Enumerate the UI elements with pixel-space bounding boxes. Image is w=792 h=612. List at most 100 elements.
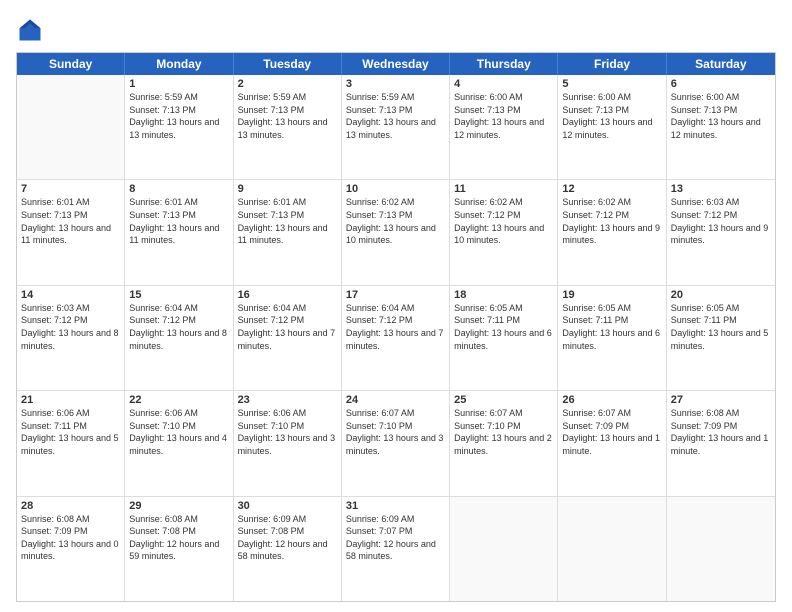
calendar-cell: 29 Sunrise: 6:08 AMSunset: 7:08 PMDaylig… xyxy=(125,497,233,601)
day-info: Sunrise: 6:01 AMSunset: 7:13 PMDaylight:… xyxy=(21,196,120,246)
day-info: Sunrise: 6:04 AMSunset: 7:12 PMDaylight:… xyxy=(129,302,228,352)
day-number: 5 xyxy=(562,78,661,90)
logo-icon xyxy=(16,16,44,44)
day-number: 9 xyxy=(238,183,337,195)
calendar-cell-empty xyxy=(667,497,775,601)
calendar: SundayMondayTuesdayWednesdayThursdayFrid… xyxy=(16,52,776,602)
day-info: Sunrise: 6:08 AMSunset: 7:09 PMDaylight:… xyxy=(21,513,120,563)
calendar-cell: 17 Sunrise: 6:04 AMSunset: 7:12 PMDaylig… xyxy=(342,286,450,390)
day-info: Sunrise: 6:08 AMSunset: 7:08 PMDaylight:… xyxy=(129,513,228,563)
calendar-cell: 28 Sunrise: 6:08 AMSunset: 7:09 PMDaylig… xyxy=(17,497,125,601)
day-info: Sunrise: 6:06 AMSunset: 7:11 PMDaylight:… xyxy=(21,407,120,457)
day-info: Sunrise: 6:05 AMSunset: 7:11 PMDaylight:… xyxy=(562,302,661,352)
calendar-cell: 23 Sunrise: 6:06 AMSunset: 7:10 PMDaylig… xyxy=(234,391,342,495)
day-number: 31 xyxy=(346,500,445,512)
calendar-row: 7 Sunrise: 6:01 AMSunset: 7:13 PMDayligh… xyxy=(17,179,775,284)
day-number: 18 xyxy=(454,289,553,301)
calendar-cell: 22 Sunrise: 6:06 AMSunset: 7:10 PMDaylig… xyxy=(125,391,233,495)
day-number: 21 xyxy=(21,394,120,406)
day-info: Sunrise: 6:08 AMSunset: 7:09 PMDaylight:… xyxy=(671,407,771,457)
calendar-cell: 5 Sunrise: 6:00 AMSunset: 7:13 PMDayligh… xyxy=(558,75,666,179)
calendar-header-cell: Friday xyxy=(558,53,666,75)
calendar-cell: 14 Sunrise: 6:03 AMSunset: 7:12 PMDaylig… xyxy=(17,286,125,390)
calendar-cell: 10 Sunrise: 6:02 AMSunset: 7:13 PMDaylig… xyxy=(342,180,450,284)
calendar-cell: 8 Sunrise: 6:01 AMSunset: 7:13 PMDayligh… xyxy=(125,180,233,284)
calendar-cell: 3 Sunrise: 5:59 AMSunset: 7:13 PMDayligh… xyxy=(342,75,450,179)
day-info: Sunrise: 6:00 AMSunset: 7:13 PMDaylight:… xyxy=(562,91,661,141)
logo xyxy=(16,16,48,44)
calendar-header: SundayMondayTuesdayWednesdayThursdayFrid… xyxy=(17,53,775,75)
day-number: 1 xyxy=(129,78,228,90)
day-number: 30 xyxy=(238,500,337,512)
day-number: 4 xyxy=(454,78,553,90)
day-info: Sunrise: 5:59 AMSunset: 7:13 PMDaylight:… xyxy=(238,91,337,141)
calendar-cell: 4 Sunrise: 6:00 AMSunset: 7:13 PMDayligh… xyxy=(450,75,558,179)
day-info: Sunrise: 6:07 AMSunset: 7:10 PMDaylight:… xyxy=(454,407,553,457)
day-info: Sunrise: 6:01 AMSunset: 7:13 PMDaylight:… xyxy=(238,196,337,246)
calendar-cell: 26 Sunrise: 6:07 AMSunset: 7:09 PMDaylig… xyxy=(558,391,666,495)
day-info: Sunrise: 6:02 AMSunset: 7:13 PMDaylight:… xyxy=(346,196,445,246)
calendar-cell: 24 Sunrise: 6:07 AMSunset: 7:10 PMDaylig… xyxy=(342,391,450,495)
day-number: 27 xyxy=(671,394,771,406)
day-number: 3 xyxy=(346,78,445,90)
calendar-header-cell: Monday xyxy=(125,53,233,75)
day-number: 8 xyxy=(129,183,228,195)
day-number: 10 xyxy=(346,183,445,195)
calendar-cell-empty xyxy=(558,497,666,601)
day-number: 25 xyxy=(454,394,553,406)
calendar-cell: 1 Sunrise: 5:59 AMSunset: 7:13 PMDayligh… xyxy=(125,75,233,179)
page: SundayMondayTuesdayWednesdayThursdayFrid… xyxy=(0,0,792,612)
calendar-cell-empty xyxy=(17,75,125,179)
day-info: Sunrise: 6:07 AMSunset: 7:09 PMDaylight:… xyxy=(562,407,661,457)
calendar-header-cell: Thursday xyxy=(450,53,558,75)
day-info: Sunrise: 6:00 AMSunset: 7:13 PMDaylight:… xyxy=(454,91,553,141)
calendar-row: 14 Sunrise: 6:03 AMSunset: 7:12 PMDaylig… xyxy=(17,285,775,390)
day-number: 14 xyxy=(21,289,120,301)
calendar-row: 1 Sunrise: 5:59 AMSunset: 7:13 PMDayligh… xyxy=(17,75,775,179)
day-number: 17 xyxy=(346,289,445,301)
calendar-cell: 9 Sunrise: 6:01 AMSunset: 7:13 PMDayligh… xyxy=(234,180,342,284)
day-number: 26 xyxy=(562,394,661,406)
day-number: 11 xyxy=(454,183,553,195)
calendar-cell: 13 Sunrise: 6:03 AMSunset: 7:12 PMDaylig… xyxy=(667,180,775,284)
day-info: Sunrise: 6:05 AMSunset: 7:11 PMDaylight:… xyxy=(454,302,553,352)
calendar-row: 21 Sunrise: 6:06 AMSunset: 7:11 PMDaylig… xyxy=(17,390,775,495)
day-number: 23 xyxy=(238,394,337,406)
day-info: Sunrise: 5:59 AMSunset: 7:13 PMDaylight:… xyxy=(129,91,228,141)
day-number: 6 xyxy=(671,78,771,90)
day-info: Sunrise: 6:07 AMSunset: 7:10 PMDaylight:… xyxy=(346,407,445,457)
calendar-header-cell: Wednesday xyxy=(342,53,450,75)
calendar-header-cell: Sunday xyxy=(17,53,125,75)
day-info: Sunrise: 6:00 AMSunset: 7:13 PMDaylight:… xyxy=(671,91,771,141)
calendar-cell: 12 Sunrise: 6:02 AMSunset: 7:12 PMDaylig… xyxy=(558,180,666,284)
day-info: Sunrise: 6:05 AMSunset: 7:11 PMDaylight:… xyxy=(671,302,771,352)
calendar-cell: 16 Sunrise: 6:04 AMSunset: 7:12 PMDaylig… xyxy=(234,286,342,390)
day-number: 15 xyxy=(129,289,228,301)
day-number: 22 xyxy=(129,394,228,406)
day-info: Sunrise: 6:03 AMSunset: 7:12 PMDaylight:… xyxy=(21,302,120,352)
calendar-cell: 2 Sunrise: 5:59 AMSunset: 7:13 PMDayligh… xyxy=(234,75,342,179)
calendar-cell: 18 Sunrise: 6:05 AMSunset: 7:11 PMDaylig… xyxy=(450,286,558,390)
calendar-cell-empty xyxy=(450,497,558,601)
day-info: Sunrise: 5:59 AMSunset: 7:13 PMDaylight:… xyxy=(346,91,445,141)
day-number: 28 xyxy=(21,500,120,512)
calendar-header-cell: Saturday xyxy=(667,53,775,75)
day-info: Sunrise: 6:01 AMSunset: 7:13 PMDaylight:… xyxy=(129,196,228,246)
day-info: Sunrise: 6:04 AMSunset: 7:12 PMDaylight:… xyxy=(238,302,337,352)
day-number: 19 xyxy=(562,289,661,301)
calendar-row: 28 Sunrise: 6:08 AMSunset: 7:09 PMDaylig… xyxy=(17,496,775,601)
calendar-cell: 25 Sunrise: 6:07 AMSunset: 7:10 PMDaylig… xyxy=(450,391,558,495)
day-number: 13 xyxy=(671,183,771,195)
calendar-header-cell: Tuesday xyxy=(234,53,342,75)
day-number: 2 xyxy=(238,78,337,90)
calendar-cell: 20 Sunrise: 6:05 AMSunset: 7:11 PMDaylig… xyxy=(667,286,775,390)
calendar-cell: 21 Sunrise: 6:06 AMSunset: 7:11 PMDaylig… xyxy=(17,391,125,495)
calendar-cell: 7 Sunrise: 6:01 AMSunset: 7:13 PMDayligh… xyxy=(17,180,125,284)
day-number: 16 xyxy=(238,289,337,301)
calendar-cell: 19 Sunrise: 6:05 AMSunset: 7:11 PMDaylig… xyxy=(558,286,666,390)
day-number: 24 xyxy=(346,394,445,406)
day-info: Sunrise: 6:06 AMSunset: 7:10 PMDaylight:… xyxy=(238,407,337,457)
calendar-cell: 11 Sunrise: 6:02 AMSunset: 7:12 PMDaylig… xyxy=(450,180,558,284)
calendar-cell: 30 Sunrise: 6:09 AMSunset: 7:08 PMDaylig… xyxy=(234,497,342,601)
calendar-cell: 27 Sunrise: 6:08 AMSunset: 7:09 PMDaylig… xyxy=(667,391,775,495)
